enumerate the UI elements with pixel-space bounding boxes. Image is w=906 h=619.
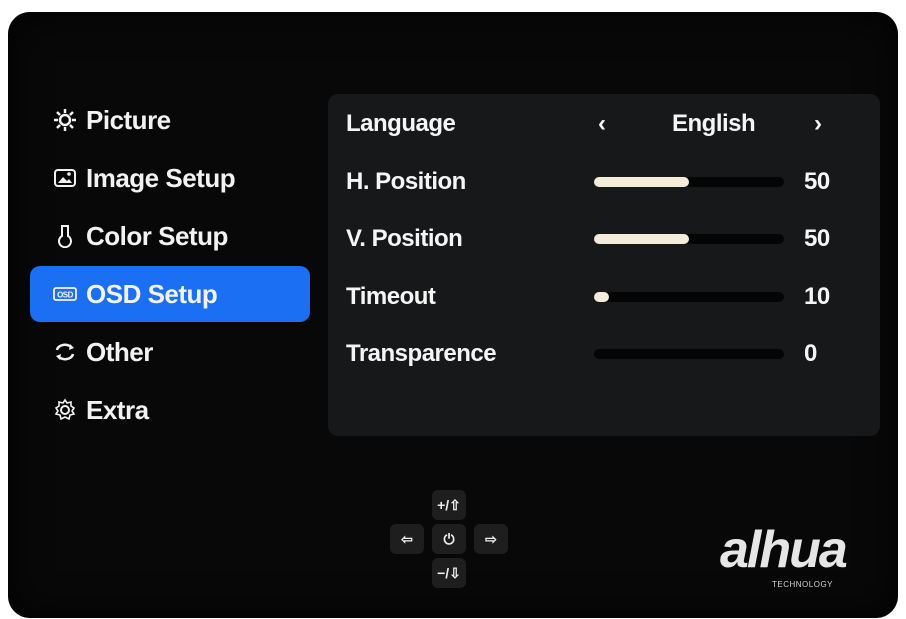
language-label: Language bbox=[346, 110, 456, 137]
menu-item-label: Other bbox=[86, 336, 153, 367]
language-value: English bbox=[672, 110, 756, 137]
right-key: ⇨ bbox=[474, 524, 508, 554]
v-position-slider[interactable] bbox=[594, 234, 784, 244]
button-guide: +/⇧ ⇦ ⏻ ⇨ −/⇩ bbox=[388, 488, 538, 598]
brand-logo: alhua TECHNOLOGY bbox=[720, 520, 890, 600]
menu-item-osd-setup[interactable]: OSD OSD Setup bbox=[30, 266, 310, 322]
sun-icon bbox=[52, 107, 78, 133]
menu-item-other[interactable]: Other bbox=[30, 324, 310, 380]
timeout-slider[interactable] bbox=[594, 292, 784, 302]
transparence-row[interactable]: Transparence 0 bbox=[328, 334, 880, 374]
menu-item-label: OSD Setup bbox=[86, 278, 218, 309]
left-key: ⇦ bbox=[390, 524, 424, 554]
refresh-icon bbox=[52, 339, 78, 365]
osd-icon: OSD bbox=[52, 281, 78, 307]
language-prev-arrow[interactable]: ‹ bbox=[598, 110, 606, 138]
h-position-value: 50 bbox=[804, 168, 830, 195]
transparence-label: Transparence bbox=[346, 340, 497, 367]
h-position-label: H. Position bbox=[346, 168, 466, 195]
flask-icon bbox=[52, 223, 78, 249]
menu-item-label: Picture bbox=[86, 104, 171, 135]
power-key: ⏻ bbox=[432, 524, 466, 554]
timeout-label: Timeout bbox=[346, 283, 436, 310]
timeout-value: 10 bbox=[804, 283, 830, 310]
brand-name: alhua bbox=[720, 521, 848, 579]
osd-menu-sidebar: Picture Image Setup Color Setup OSD OSD … bbox=[30, 92, 310, 440]
image-icon bbox=[52, 165, 78, 191]
svg-text:OSD: OSD bbox=[57, 291, 74, 300]
monitor-screen: Picture Image Setup Color Setup OSD OSD … bbox=[8, 12, 898, 618]
osd-settings-panel: Language ‹ English › H. Position 50 V. P… bbox=[328, 94, 880, 436]
up-plus-key: +/⇧ bbox=[432, 490, 466, 520]
v-position-fill bbox=[594, 234, 689, 244]
gear-icon bbox=[52, 397, 78, 423]
language-row[interactable]: Language ‹ English › bbox=[328, 104, 880, 144]
h-position-fill bbox=[594, 177, 689, 187]
v-position-value: 50 bbox=[804, 225, 830, 252]
menu-item-label: Color Setup bbox=[86, 220, 228, 251]
menu-item-image-setup[interactable]: Image Setup bbox=[30, 150, 310, 206]
menu-item-color-setup[interactable]: Color Setup bbox=[30, 208, 310, 264]
down-minus-key: −/⇩ bbox=[432, 558, 466, 588]
menu-item-label: Extra bbox=[86, 394, 149, 425]
menu-item-label: Image Setup bbox=[86, 162, 236, 193]
language-next-arrow[interactable]: › bbox=[814, 110, 822, 138]
h-position-slider[interactable] bbox=[594, 177, 784, 187]
h-position-row[interactable]: H. Position 50 bbox=[328, 162, 880, 202]
brand-subtitle: TECHNOLOGY bbox=[772, 580, 834, 589]
v-position-label: V. Position bbox=[346, 225, 463, 252]
timeout-row[interactable]: Timeout 10 bbox=[328, 277, 880, 317]
transparence-slider[interactable] bbox=[594, 349, 784, 359]
v-position-row[interactable]: V. Position 50 bbox=[328, 219, 880, 259]
timeout-fill bbox=[594, 292, 610, 302]
menu-item-extra[interactable]: Extra bbox=[30, 382, 310, 438]
transparence-value: 0 bbox=[804, 340, 817, 367]
menu-item-picture[interactable]: Picture bbox=[30, 92, 310, 148]
